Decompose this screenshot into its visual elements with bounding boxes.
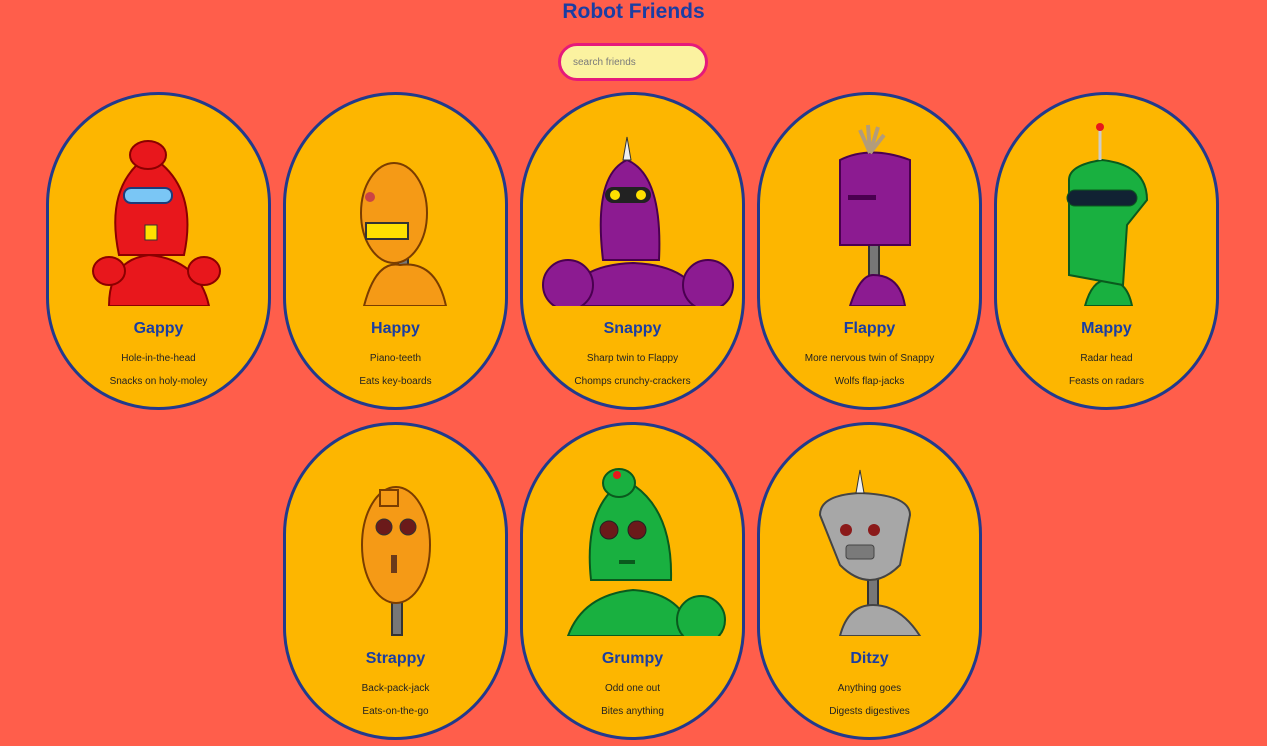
robot-name: Grumpy	[601, 650, 664, 667]
robot-name: Ditzy	[850, 650, 889, 667]
robot-food: Feasts on radars	[1068, 376, 1145, 387]
robot-image-snappy	[542, 136, 734, 306]
robot-name: Mappy	[1081, 320, 1132, 337]
robot-food: Digests digestives	[829, 706, 910, 717]
robot-trait: Back-pack-jack	[361, 683, 430, 694]
robot-food: Eats key-boards	[359, 376, 432, 387]
robot-food: Wolfs flap-jacks	[834, 376, 905, 387]
robot-card-mappy[interactable]: Mappy Radar head Feasts on radars	[994, 92, 1219, 410]
robot-name: Flappy	[843, 320, 896, 337]
robot-card-flappy[interactable]: Flappy More nervous twin of Snappy Wolfs…	[757, 92, 982, 410]
robot-trait: More nervous twin of Snappy	[804, 353, 935, 364]
search-input[interactable]	[558, 43, 708, 81]
robot-card-strappy[interactable]: Strappy Back-pack-jack Eats-on-the-go	[283, 422, 508, 740]
robot-name: Snappy	[603, 320, 662, 337]
robot-trait: Anything goes	[837, 683, 902, 694]
robot-image-strappy	[361, 486, 431, 636]
robot-trait: Radar head	[1080, 353, 1133, 364]
robot-image-gappy	[92, 140, 221, 306]
robot-image-grumpy	[566, 468, 726, 636]
robot-name: Strappy	[365, 650, 426, 667]
robot-food: Snacks on holy-moley	[109, 376, 208, 387]
robot-card-gappy[interactable]: Gappy Hole-in-the-head Snacks on holy-mo…	[46, 92, 271, 410]
robot-image-mappy	[1066, 123, 1149, 306]
robot-name: Gappy	[133, 320, 184, 337]
robot-image-flappy	[839, 124, 911, 306]
robot-trait: Sharp twin to Flappy	[586, 353, 679, 364]
robot-image-happy	[360, 162, 448, 306]
robot-card-happy[interactable]: Happy Piano-teeth Eats key-boards	[283, 92, 508, 410]
robot-food: Eats-on-the-go	[362, 706, 429, 717]
robot-name: Happy	[371, 320, 420, 337]
robot-food: Bites anything	[601, 706, 664, 717]
robot-food: Chomps crunchy-crackers	[574, 376, 691, 387]
page-title: Robot Friends	[562, 0, 705, 23]
robot-card-ditzy[interactable]: Ditzy Anything goes Digests digestives	[757, 422, 982, 740]
robot-trait: Odd one out	[604, 683, 661, 694]
robot-card-grumpy[interactable]: Grumpy Odd one out Bites anything	[520, 422, 745, 740]
robot-card-snappy[interactable]: Snappy Sharp twin to Flappy Chomps crunc…	[520, 92, 745, 410]
robot-image-ditzy	[818, 469, 922, 636]
robot-trait: Piano-teeth	[369, 353, 422, 364]
robot-trait: Hole-in-the-head	[121, 353, 196, 364]
robot-friends-page: Robot Friends Gappy Hole-in-the-head Sna…	[0, 0, 1267, 746]
